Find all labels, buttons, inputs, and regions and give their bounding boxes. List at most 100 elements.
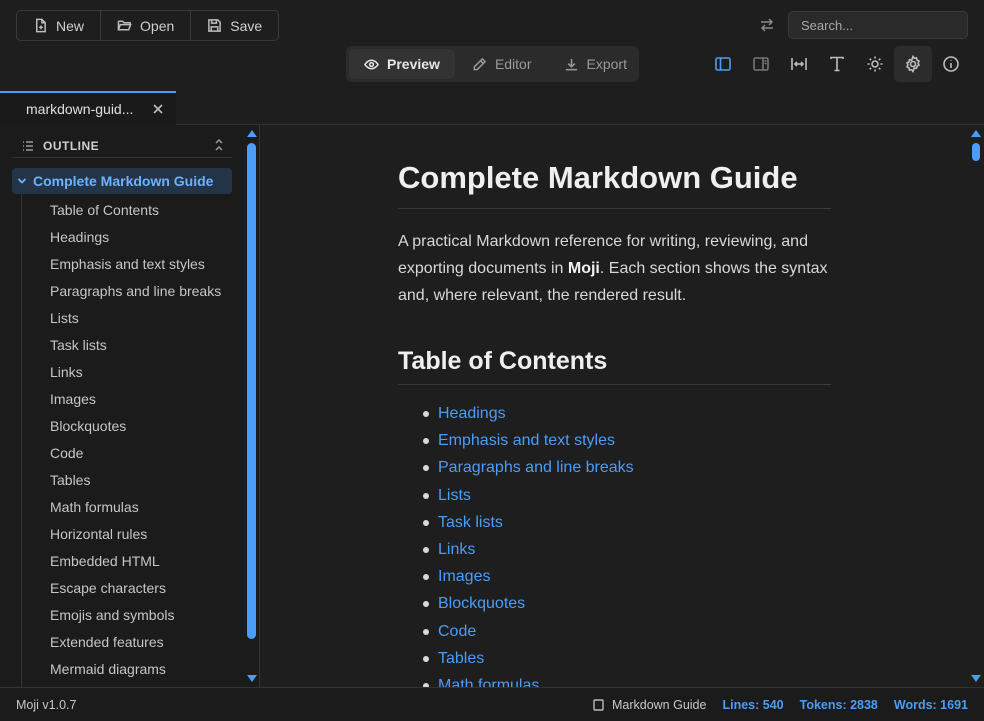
document-intro: A practical Markdown reference for writi… — [398, 228, 831, 309]
outline-item[interactable]: Links — [50, 359, 221, 386]
outline-item[interactable]: Table of Contents — [50, 197, 221, 224]
theme-button[interactable] — [856, 46, 894, 82]
tab-markdown-guide[interactable]: markdown-guid... — [0, 91, 176, 125]
sidebar-scroll-thumb[interactable] — [247, 143, 256, 639]
save-button-label: Save — [230, 17, 263, 34]
outline-item[interactable]: Emphasis and text styles — [50, 251, 221, 278]
collapse-all-button[interactable] — [212, 138, 226, 152]
toc-link[interactable]: Tables — [438, 650, 484, 667]
toc-item: Links — [423, 536, 831, 563]
settings-button[interactable] — [894, 46, 932, 82]
app-version: Moji v1.0.7 — [16, 698, 77, 712]
outline-list: Table of Contents Headings Emphasis and … — [50, 197, 221, 683]
toc-item: Lists — [423, 482, 831, 509]
toc-link[interactable]: Images — [438, 568, 490, 585]
editor-mode-button[interactable]: Editor — [457, 49, 547, 79]
toc-link[interactable]: Code — [438, 623, 476, 640]
gear-icon — [905, 55, 921, 73]
outline-item[interactable]: Mermaid diagrams — [50, 656, 221, 683]
open-button-label: Open — [140, 17, 175, 34]
sidebar-scrollbar[interactable] — [244, 125, 259, 687]
outline-item[interactable]: Extended features — [50, 629, 221, 656]
outline-tree-line — [21, 193, 22, 687]
width-icon — [791, 58, 807, 70]
pencil-icon — [473, 57, 487, 70]
download-icon — [565, 58, 577, 70]
editor-mode-label: Editor — [494, 56, 532, 72]
outline-item[interactable]: Images — [50, 386, 221, 413]
close-icon — [153, 104, 163, 114]
theme-sun-icon — [867, 56, 883, 72]
toc-heading: Table of Contents — [398, 347, 831, 385]
toc-item: Emphasis and text styles — [423, 427, 831, 454]
toc-link[interactable]: Blockquotes — [438, 595, 525, 612]
word-count: Words: 1691 — [893, 698, 968, 712]
preview-scroll-thumb[interactable] — [972, 143, 980, 161]
scroll-down-arrow-icon[interactable] — [247, 675, 257, 682]
list-icon — [23, 140, 33, 151]
preview-pane: Complete Markdown Guide A practical Mark… — [260, 125, 984, 687]
sidebar-toggle-icon — [715, 57, 731, 71]
sidebar-toggle-button[interactable] — [704, 46, 742, 82]
export-mode-label: Export — [586, 56, 627, 72]
save-icon — [208, 19, 222, 32]
toc-link[interactable]: Lists — [438, 487, 471, 504]
outline-item[interactable]: Embedded HTML — [50, 548, 221, 575]
outline-item[interactable]: Lists — [50, 305, 221, 332]
toc-link[interactable]: Links — [438, 541, 475, 558]
font-button[interactable] — [818, 46, 856, 82]
outline-item[interactable]: Blockquotes — [50, 413, 221, 440]
toc-item: Headings — [423, 400, 831, 427]
outline-root-item[interactable]: Complete Markdown Guide — [12, 168, 232, 194]
intro-app-name: Moji — [567, 260, 600, 277]
outline-root-label: Complete Markdown Guide — [33, 173, 214, 189]
new-button[interactable]: New — [17, 11, 102, 40]
toc-link[interactable]: Math formulas — [438, 677, 539, 687]
outline-item[interactable]: Tables — [50, 467, 221, 494]
toc-link[interactable]: Paragraphs and line breaks — [438, 459, 634, 476]
status-bar: Moji v1.0.7 Markdown Guide Lines: 540 To… — [0, 687, 984, 721]
outline-item[interactable]: Math formulas — [50, 494, 221, 521]
outline-item[interactable]: Emojis and symbols — [50, 602, 221, 629]
line-count: Lines: 540 — [722, 698, 784, 712]
split-view-button[interactable] — [742, 46, 780, 82]
toc-link[interactable]: Headings — [438, 405, 506, 422]
search-input[interactable] — [788, 11, 968, 39]
new-button-label: New — [56, 17, 85, 34]
toc-item: Images — [423, 563, 831, 590]
toc-link[interactable]: Emphasis and text styles — [438, 432, 615, 449]
outline-header: OUTLINE — [12, 134, 232, 158]
split-view-icon — [753, 57, 769, 71]
document-icon — [593, 699, 604, 711]
rendered-document: Complete Markdown Guide A practical Mark… — [398, 125, 831, 687]
outline-item[interactable]: Horizontal rules — [50, 521, 221, 548]
info-button[interactable] — [932, 46, 970, 82]
document-indicator: Markdown Guide — [593, 698, 707, 712]
info-icon — [943, 56, 959, 72]
outline-item[interactable]: Escape characters — [50, 575, 221, 602]
open-button[interactable]: Open — [101, 11, 192, 40]
preview-scrollbar[interactable] — [968, 125, 984, 687]
scroll-up-arrow-icon[interactable] — [247, 130, 257, 137]
export-mode-button[interactable]: Export — [549, 49, 642, 79]
outline-sidebar: OUTLINE Complete Markdown Guide Table of… — [0, 125, 260, 687]
swap-icon[interactable] — [758, 16, 776, 34]
scroll-up-arrow-icon[interactable] — [971, 130, 981, 137]
save-button[interactable]: Save — [191, 11, 278, 40]
outline-item[interactable]: Task lists — [50, 332, 221, 359]
preview-mode-button[interactable]: Preview — [349, 49, 455, 79]
outline-item[interactable]: Paragraphs and line breaks — [50, 278, 221, 305]
preview-mode-label: Preview — [387, 56, 440, 72]
document-name: Markdown Guide — [611, 698, 707, 712]
top-bar: New Open Save Preview Editor Export — [0, 0, 984, 90]
toc-list: Headings Emphasis and text styles Paragr… — [398, 400, 831, 687]
outline-item[interactable]: Code — [50, 440, 221, 467]
scroll-down-arrow-icon[interactable] — [971, 675, 981, 682]
outline-item[interactable]: Headings — [50, 224, 221, 251]
width-button[interactable] — [780, 46, 818, 82]
toc-item: Math formulas — [423, 672, 831, 687]
tab-close-button[interactable] — [152, 102, 164, 114]
toc-link[interactable]: Task lists — [438, 514, 503, 531]
token-count: Tokens: 2838 — [799, 698, 878, 712]
toc-item: Paragraphs and line breaks — [423, 454, 831, 481]
